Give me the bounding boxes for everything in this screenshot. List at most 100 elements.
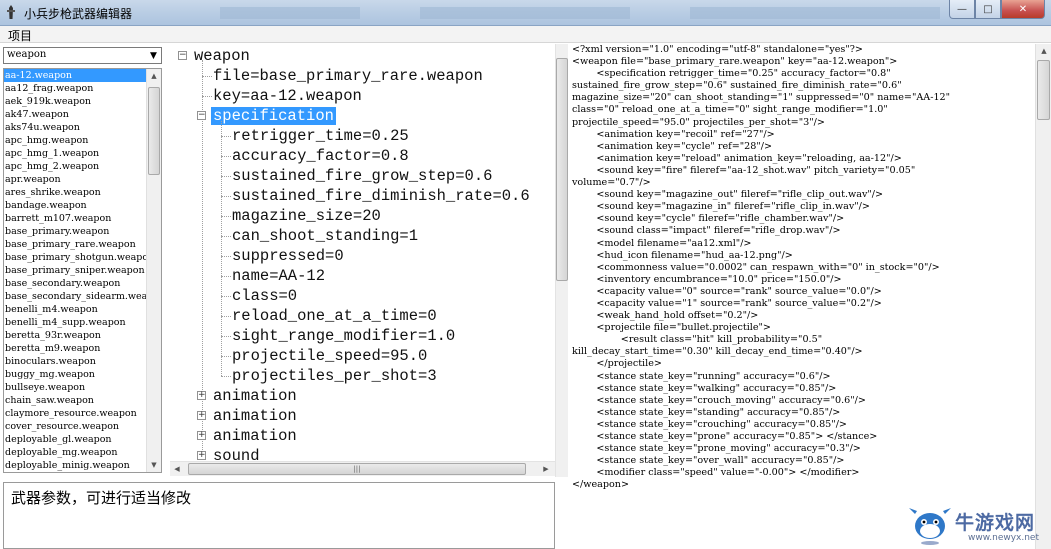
weapon-list-item[interactable]: base_secondary_sidearm.weapon	[4, 290, 147, 303]
site-watermark: 牛游戏网 www.newyx.net	[905, 500, 1051, 549]
tree-node-spec-field[interactable]: name=AA-12	[232, 267, 325, 285]
tree-horizontal-scrollbar[interactable]: ◀ ||| ▶	[170, 461, 555, 476]
tree-node-spec-field[interactable]: reload_one_at_a_time=0	[232, 307, 437, 325]
tree-node-key[interactable]: key=aa-12.weapon	[213, 87, 362, 105]
weapon-list-scroll-thumb[interactable]	[148, 87, 160, 175]
weapon-list-item[interactable]: base_primary_rare.weapon	[4, 238, 147, 251]
weapon-list-item[interactable]: apc_hmg_2.weapon	[4, 160, 147, 173]
expand-icon[interactable]: +	[197, 431, 206, 440]
weapon-list-item[interactable]: base_primary.weapon	[4, 225, 147, 238]
tree-connector	[221, 376, 231, 377]
weapon-list-item[interactable]: binoculars.weapon	[4, 355, 147, 368]
description-box[interactable]: 武器参数，可进行适当修改	[3, 482, 555, 549]
tree-node-animation[interactable]: animation	[213, 427, 297, 445]
tree-node-spec-field[interactable]: retrigger_time=0.25	[232, 127, 409, 145]
tree-connector	[221, 176, 231, 177]
weapon-list-item[interactable]: ak47.weapon	[4, 108, 147, 121]
weapon-type-value: weapon	[7, 49, 47, 60]
xml-source-view[interactable]: <?xml version="1.0" encoding="utf-8" sta…	[569, 44, 1035, 549]
weapon-list-item[interactable]: benelli_m4_supp.weapon	[4, 316, 147, 329]
tree-connector	[221, 121, 222, 376]
collapse-icon[interactable]: −	[197, 111, 206, 120]
tree-node-spec-field[interactable]: suppressed=0	[232, 247, 344, 265]
tree-node-specification[interactable]: specification	[211, 107, 336, 125]
weapon-list-item[interactable]: chain_saw.weapon	[4, 394, 147, 407]
xml-text: <?xml version="1.0" encoding="utf-8" sta…	[572, 44, 951, 491]
weapon-list-item[interactable]: bandage.weapon	[4, 199, 147, 212]
weapon-list-item[interactable]: beretta_m9.weapon	[4, 342, 147, 355]
minimize-button[interactable]: —	[949, 0, 975, 19]
weapon-list-item[interactable]: aa-12.weapon	[4, 69, 147, 82]
window-title: 小兵步枪武器编辑器	[24, 7, 133, 21]
weapon-type-select[interactable]: weapon ▼	[3, 47, 162, 64]
weapon-list-item[interactable]: base_primary_sniper.weapon	[4, 264, 147, 277]
weapon-list-item[interactable]: deployable_minig.weapon	[4, 459, 147, 472]
weapon-list-item[interactable]: base_secondary.weapon	[4, 277, 147, 290]
weapon-list-item[interactable]: base_primary_shotgun.weapon	[4, 251, 147, 264]
xml-vscroll-thumb[interactable]	[1037, 60, 1050, 120]
weapon-list-scrollbar[interactable]: ▲ ▼	[146, 69, 161, 472]
weapon-list-item[interactable]: deployable_gl.weapon	[4, 433, 147, 446]
weapon-list-item[interactable]: barrett_m107.weapon	[4, 212, 147, 225]
title-bar-shade	[690, 7, 940, 19]
tree-node-spec-field[interactable]: projectiles_per_shot=3	[232, 367, 437, 385]
tree-connector	[221, 356, 231, 357]
title-bar: 小兵步枪武器编辑器 — □ ✕	[0, 0, 1051, 26]
xml-vertical-scrollbar[interactable]: ▲	[1035, 44, 1051, 549]
expand-icon[interactable]: +	[197, 391, 206, 400]
weapon-list-item[interactable]: benelli_m4.weapon	[4, 303, 147, 316]
weapon-file-list[interactable]: aa-12.weapon aa12_frag.weapon aek_919k.wea…	[3, 68, 162, 473]
tree-node-spec-field[interactable]: sight_range_modifier=1.0	[232, 327, 455, 345]
tree-node-spec-field[interactable]: sustained_fire_diminish_rate=0.6	[232, 187, 530, 205]
tree-node-animation[interactable]: animation	[213, 387, 297, 405]
weapon-tree-view[interactable]: − weapon file=base_primary_rare.weapon key=…	[170, 44, 557, 461]
scroll-down-icon[interactable]: ▼	[147, 458, 161, 472]
dropdown-arrow-icon[interactable]: ▼	[146, 48, 161, 63]
weapon-list-item[interactable]: claymore_resource.weapon	[4, 407, 147, 420]
scroll-right-icon[interactable]: ▶	[539, 462, 553, 476]
tree-node-animation[interactable]: animation	[213, 407, 297, 425]
tree-connector	[221, 296, 231, 297]
cow-mascot-icon	[909, 508, 951, 545]
tree-connector	[221, 336, 231, 337]
scroll-up-icon[interactable]: ▲	[147, 69, 161, 83]
tree-connector	[221, 196, 231, 197]
weapon-list-item[interactable]: apc_hmg_1.weapon	[4, 147, 147, 160]
tree-connector	[202, 96, 212, 97]
tree-node-spec-field[interactable]: class=0	[232, 287, 297, 305]
weapon-list-item[interactable]: buggy_mg.weapon	[4, 368, 147, 381]
weapon-list-item[interactable]: ares_shrike.weapon	[4, 186, 147, 199]
tree-node-spec-field[interactable]: magazine_size=20	[232, 207, 381, 225]
close-button[interactable]: ✕	[1001, 0, 1045, 19]
tree-node-spec-field[interactable]: can_shoot_standing=1	[232, 227, 418, 245]
scroll-up-icon[interactable]: ▲	[1037, 44, 1051, 58]
watermark-url: www.newyx.net	[968, 533, 1040, 543]
maximize-button[interactable]: □	[975, 0, 1001, 19]
weapon-list-item[interactable]: aa12_frag.weapon	[4, 82, 147, 95]
tree-node-sound[interactable]: sound	[213, 447, 260, 461]
weapon-list-item[interactable]: apc_hmg.weapon	[4, 134, 147, 147]
expand-icon[interactable]: +	[197, 451, 206, 460]
tree-vscroll-thumb[interactable]	[556, 58, 568, 281]
weapon-list-item[interactable]: bullseye.weapon	[4, 381, 147, 394]
watermark-name: 牛游戏网	[955, 512, 1036, 534]
tree-vertical-scrollbar[interactable]	[555, 44, 568, 477]
tree-connector	[221, 276, 231, 277]
weapon-list-item[interactable]: deployable_mg.weapon	[4, 446, 147, 459]
tree-connector	[221, 256, 231, 257]
collapse-icon[interactable]: −	[178, 51, 187, 60]
tree-node-spec-field[interactable]: accuracy_factor=0.8	[232, 147, 409, 165]
tree-node-file[interactable]: file=base_primary_rare.weapon	[213, 67, 483, 85]
close-icon: ✕	[1018, 3, 1028, 15]
expand-icon[interactable]: +	[197, 411, 206, 420]
weapon-list-item[interactable]: beretta_93r.weapon	[4, 329, 147, 342]
tree-hscroll-thumb[interactable]: |||	[188, 463, 526, 475]
weapon-list-item[interactable]: cover_resource.weapon	[4, 420, 147, 433]
tree-node-spec-field[interactable]: sustained_fire_grow_step=0.6	[232, 167, 492, 185]
tree-node-spec-field[interactable]: projectile_speed=95.0	[232, 347, 427, 365]
weapon-list-item[interactable]: aks74u.weapon	[4, 121, 147, 134]
weapon-list-item[interactable]: aek_919k.weapon	[4, 95, 147, 108]
menu-item-project[interactable]: 项目	[8, 27, 32, 44]
weapon-list-item[interactable]: apr.weapon	[4, 173, 147, 186]
scroll-left-icon[interactable]: ◀	[170, 462, 184, 476]
